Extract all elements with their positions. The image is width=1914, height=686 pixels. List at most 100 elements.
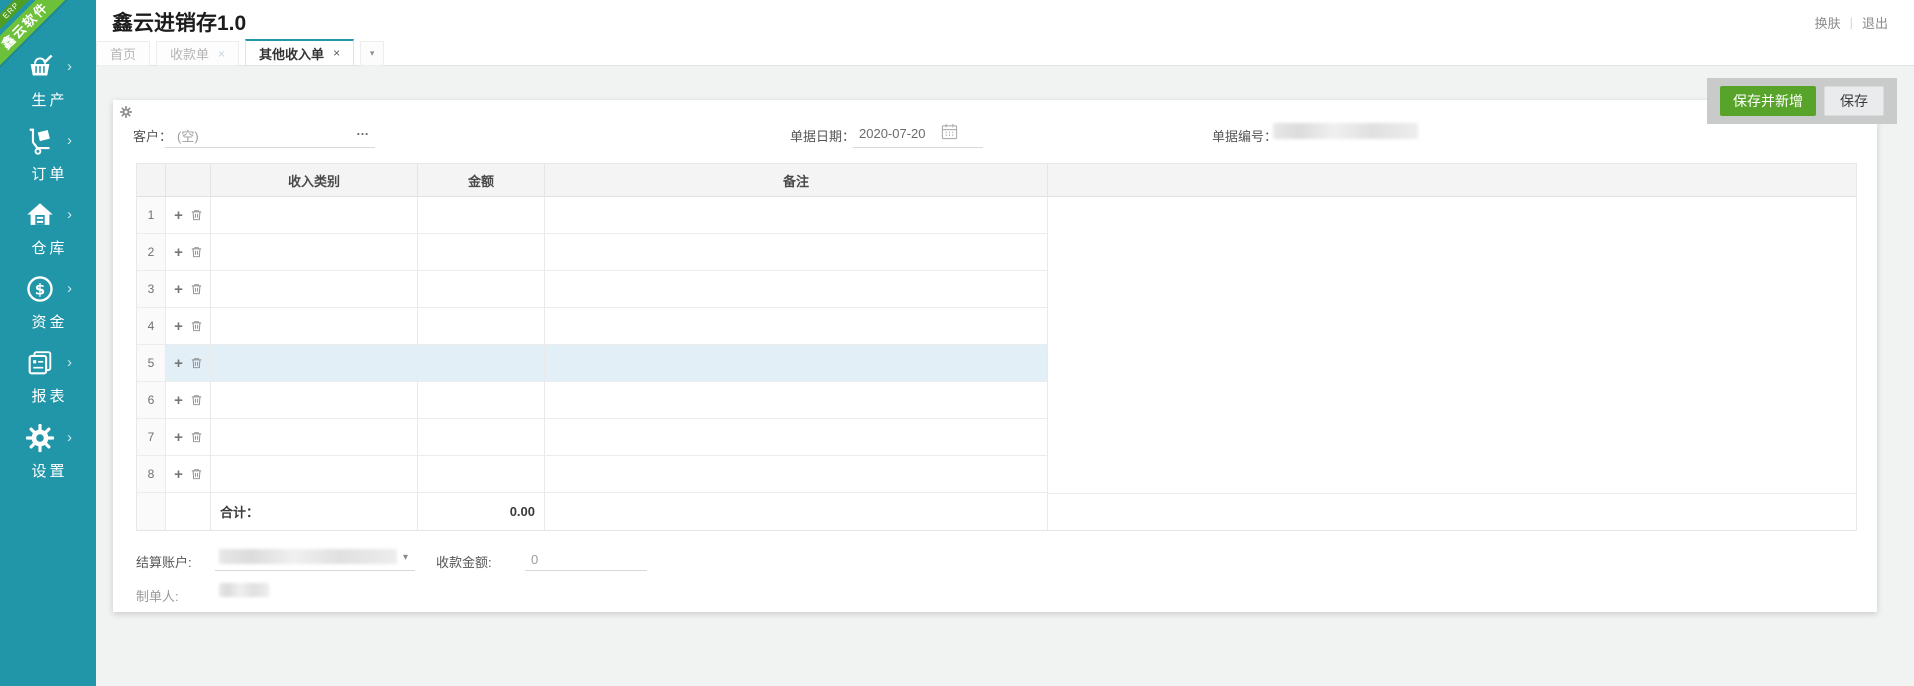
filler-cell xyxy=(1048,308,1856,345)
income-category-cell[interactable] xyxy=(211,308,418,345)
delete-row-icon[interactable] xyxy=(191,357,202,369)
settlement-account-label: 结算账户: xyxy=(136,552,192,571)
amount-cell[interactable] xyxy=(418,456,545,493)
sidebar-item-settings[interactable]: › 设置 xyxy=(0,423,96,491)
income-category-cell[interactable] xyxy=(211,197,418,234)
table-row: 1 + xyxy=(137,197,1856,234)
doc-number-label: 单据编号： xyxy=(1212,126,1277,145)
settlement-account-value-redacted[interactable] xyxy=(219,549,397,564)
filler-cell xyxy=(1048,345,1856,382)
amount-cell[interactable] xyxy=(418,308,545,345)
sidebar-item-funds[interactable]: $ › 资金 xyxy=(0,274,96,342)
document-maker-value-redacted xyxy=(219,583,269,597)
sidebar-item-production[interactable]: › 生产 xyxy=(0,52,96,120)
screen: ERP 鑫云软件 › 生产 › 订单 › 仓库 $ xyxy=(0,0,1914,686)
receipt-amount-value[interactable]: 0 xyxy=(531,552,538,567)
delete-row-icon[interactable] xyxy=(191,431,202,443)
remark-cell[interactable] xyxy=(545,234,1048,271)
row-actions: + xyxy=(166,234,211,271)
delete-row-icon[interactable] xyxy=(191,468,202,480)
sidebar-item-warehouse[interactable]: › 仓库 xyxy=(0,200,96,268)
table-row: 7 + xyxy=(137,419,1856,456)
sidebar-item-label: 报表 xyxy=(7,385,89,406)
doc-date-value[interactable]: 2020-07-20 xyxy=(859,126,926,141)
table-row: 2 + xyxy=(137,234,1856,271)
receipt-amount-label: 收款金额: xyxy=(436,552,492,571)
delete-row-icon[interactable] xyxy=(191,283,202,295)
add-row-icon[interactable]: + xyxy=(174,467,183,482)
total-label: 合计： xyxy=(211,493,418,530)
change-skin-link[interactable]: 换肤 xyxy=(1815,13,1841,32)
delete-row-icon[interactable] xyxy=(191,246,202,258)
top-header: 鑫云进销存1.0 换肤 | 退出 首页 收款单 × 其他收入单 × ▾ xyxy=(96,0,1914,66)
amount-cell[interactable] xyxy=(418,419,545,456)
chevron-right-icon: › xyxy=(67,133,72,148)
row-actions: + xyxy=(166,419,211,456)
table-row: 6 + xyxy=(137,382,1856,419)
filler-cell xyxy=(1048,419,1856,456)
amount-cell[interactable] xyxy=(418,271,545,308)
remark-cell[interactable] xyxy=(545,308,1048,345)
income-category-cell[interactable] xyxy=(211,382,418,419)
add-row-icon[interactable]: + xyxy=(174,356,183,371)
panel-gear-icon[interactable] xyxy=(120,105,132,117)
customer-value[interactable]: (空) xyxy=(177,126,199,145)
remark-cell[interactable] xyxy=(545,419,1048,456)
logout-link[interactable]: 退出 xyxy=(1862,13,1888,32)
add-row-icon[interactable]: + xyxy=(174,245,183,260)
row-actions: + xyxy=(166,308,211,345)
save-button[interactable]: 保存 xyxy=(1824,86,1884,116)
add-row-icon[interactable]: + xyxy=(174,430,183,445)
income-category-cell[interactable] xyxy=(211,456,418,493)
document-maker-label: 制单人: xyxy=(136,586,179,605)
tab-home[interactable]: 首页 xyxy=(96,41,150,66)
customer-input-underline[interactable] xyxy=(165,147,375,148)
production-basket-icon xyxy=(25,52,55,82)
table-row-highlighted: 5 + xyxy=(137,345,1856,382)
close-icon[interactable]: × xyxy=(333,46,340,60)
amount-cell[interactable] xyxy=(418,382,545,419)
tab-other-income-form[interactable]: 其他收入单 × xyxy=(245,39,354,66)
income-category-cell[interactable] xyxy=(211,345,418,382)
add-row-icon[interactable]: + xyxy=(174,393,183,408)
add-row-icon[interactable]: + xyxy=(174,282,183,297)
dropdown-caret-icon[interactable]: ▾ xyxy=(403,552,408,563)
tab-label: 首页 xyxy=(110,44,136,63)
delete-row-icon[interactable] xyxy=(191,320,202,332)
save-and-new-button[interactable]: 保存并新增 xyxy=(1720,86,1816,116)
remark-cell[interactable] xyxy=(545,345,1048,382)
remark-cell[interactable] xyxy=(545,456,1048,493)
amount-cell[interactable] xyxy=(418,234,545,271)
customer-lookup-button[interactable]: … xyxy=(356,123,370,138)
calendar-icon[interactable] xyxy=(941,123,958,145)
funds-dollar-icon: $ xyxy=(25,274,55,304)
income-items-table: 收入类别 金额 备注 1 + 2 + xyxy=(136,163,1857,531)
total-remark-cell xyxy=(545,493,1048,530)
table-total-row: 合计： 0.00 xyxy=(137,493,1856,531)
row-actions: + xyxy=(166,345,211,382)
add-row-icon[interactable]: + xyxy=(174,208,183,223)
header-income-category: 收入类别 xyxy=(211,164,418,197)
sidebar-item-orders[interactable]: › 订单 xyxy=(0,126,96,194)
income-category-cell[interactable] xyxy=(211,271,418,308)
remark-cell[interactable] xyxy=(545,271,1048,308)
ribbon-erp-tag: ERP xyxy=(0,0,47,46)
add-row-icon[interactable]: + xyxy=(174,319,183,334)
remark-cell[interactable] xyxy=(545,382,1048,419)
row-number: 4 xyxy=(137,308,166,345)
sidebar-item-reports[interactable]: › 报表 xyxy=(0,348,96,416)
income-category-cell[interactable] xyxy=(211,419,418,456)
delete-row-icon[interactable] xyxy=(191,394,202,406)
tab-receipt-form[interactable]: 收款单 × xyxy=(156,41,239,66)
tab-list-dropdown[interactable]: ▾ xyxy=(360,41,384,66)
income-category-cell[interactable] xyxy=(211,234,418,271)
doc-date-label: 单据日期： xyxy=(790,126,855,145)
remark-cell[interactable] xyxy=(545,197,1048,234)
report-document-icon xyxy=(25,348,55,378)
amount-cell[interactable] xyxy=(418,345,545,382)
delete-row-icon[interactable] xyxy=(191,209,202,221)
table-row: 8 + xyxy=(137,456,1856,493)
chevron-down-icon: ▾ xyxy=(370,48,375,59)
close-icon[interactable]: × xyxy=(218,47,225,61)
amount-cell[interactable] xyxy=(418,197,545,234)
